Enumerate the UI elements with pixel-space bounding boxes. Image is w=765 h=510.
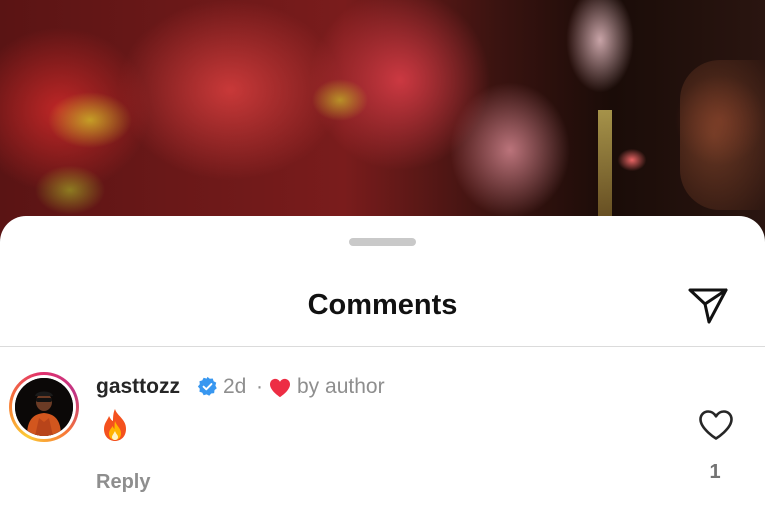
background-photo-pole [598, 110, 612, 220]
paper-plane-icon [688, 288, 728, 324]
heart-filled-icon [270, 378, 290, 398]
share-button[interactable] [684, 284, 732, 328]
reply-button[interactable]: Reply [96, 470, 150, 494]
comment-item: gasttozz 2d · by author 🔥 Reply [0, 366, 765, 510]
avatar-photo [15, 378, 73, 436]
like-button[interactable] [698, 409, 734, 441]
sheet-title: Comments [307, 289, 458, 321]
verified-badge-icon [197, 376, 217, 396]
drag-handle[interactable] [349, 238, 416, 246]
avatar[interactable] [9, 372, 79, 442]
like-count: 1 [709, 461, 721, 483]
meta-separator: · [256, 375, 263, 398]
fire-emoji-icon [104, 409, 126, 441]
comment-text: 🔥 [99, 408, 131, 442]
heart-outline-icon [699, 410, 733, 440]
background-photo [0, 0, 765, 240]
screen: Comments gasttozz 2d · by author Reply 1 [0, 0, 765, 510]
comments-sheet: Comments gasttozz 2d · by author Reply 1 [0, 216, 765, 510]
comment-timestamp: 2d [223, 375, 247, 398]
background-photo-lantern [680, 60, 765, 210]
header-divider [0, 346, 765, 347]
comment-username[interactable]: gasttozz [96, 374, 180, 400]
liked-by-author-label: by author [297, 375, 385, 398]
